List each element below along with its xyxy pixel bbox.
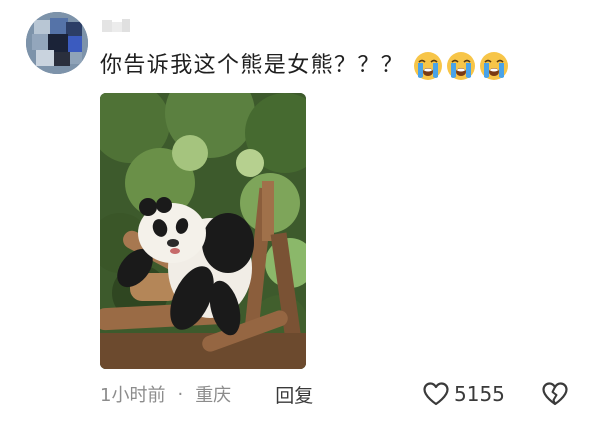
crying-face-emoji [414, 52, 443, 80]
reply-button[interactable]: 回复 [275, 381, 313, 408]
comment-location: 重庆 [195, 385, 232, 406]
comment-item: 你告诉我这个熊是女熊？？？ 1小时前 · 重庆 回复 5155 [0, 0, 600, 428]
like-button[interactable]: 5155 [422, 379, 505, 409]
broken-heart-icon [542, 382, 568, 406]
like-count: 5155 [454, 382, 505, 406]
crying-face-emoji [480, 52, 509, 80]
username[interactable] [100, 16, 132, 36]
heart-outline-icon [423, 382, 449, 406]
crying-face-emoji [447, 52, 476, 80]
comment-text: 你告诉我这个熊是女熊？？？ [100, 48, 510, 84]
comment-image[interactable] [100, 93, 306, 369]
dislike-button[interactable] [540, 379, 570, 409]
emoji-group [412, 50, 510, 82]
comment-time: 1小时前 [100, 385, 166, 406]
avatar[interactable] [26, 12, 88, 74]
meta-separator: · [177, 383, 184, 405]
comment-body: 你告诉我这个熊是女熊？？？ [100, 53, 405, 78]
comment-meta: 1小时前 · 重庆 回复 [100, 379, 313, 409]
